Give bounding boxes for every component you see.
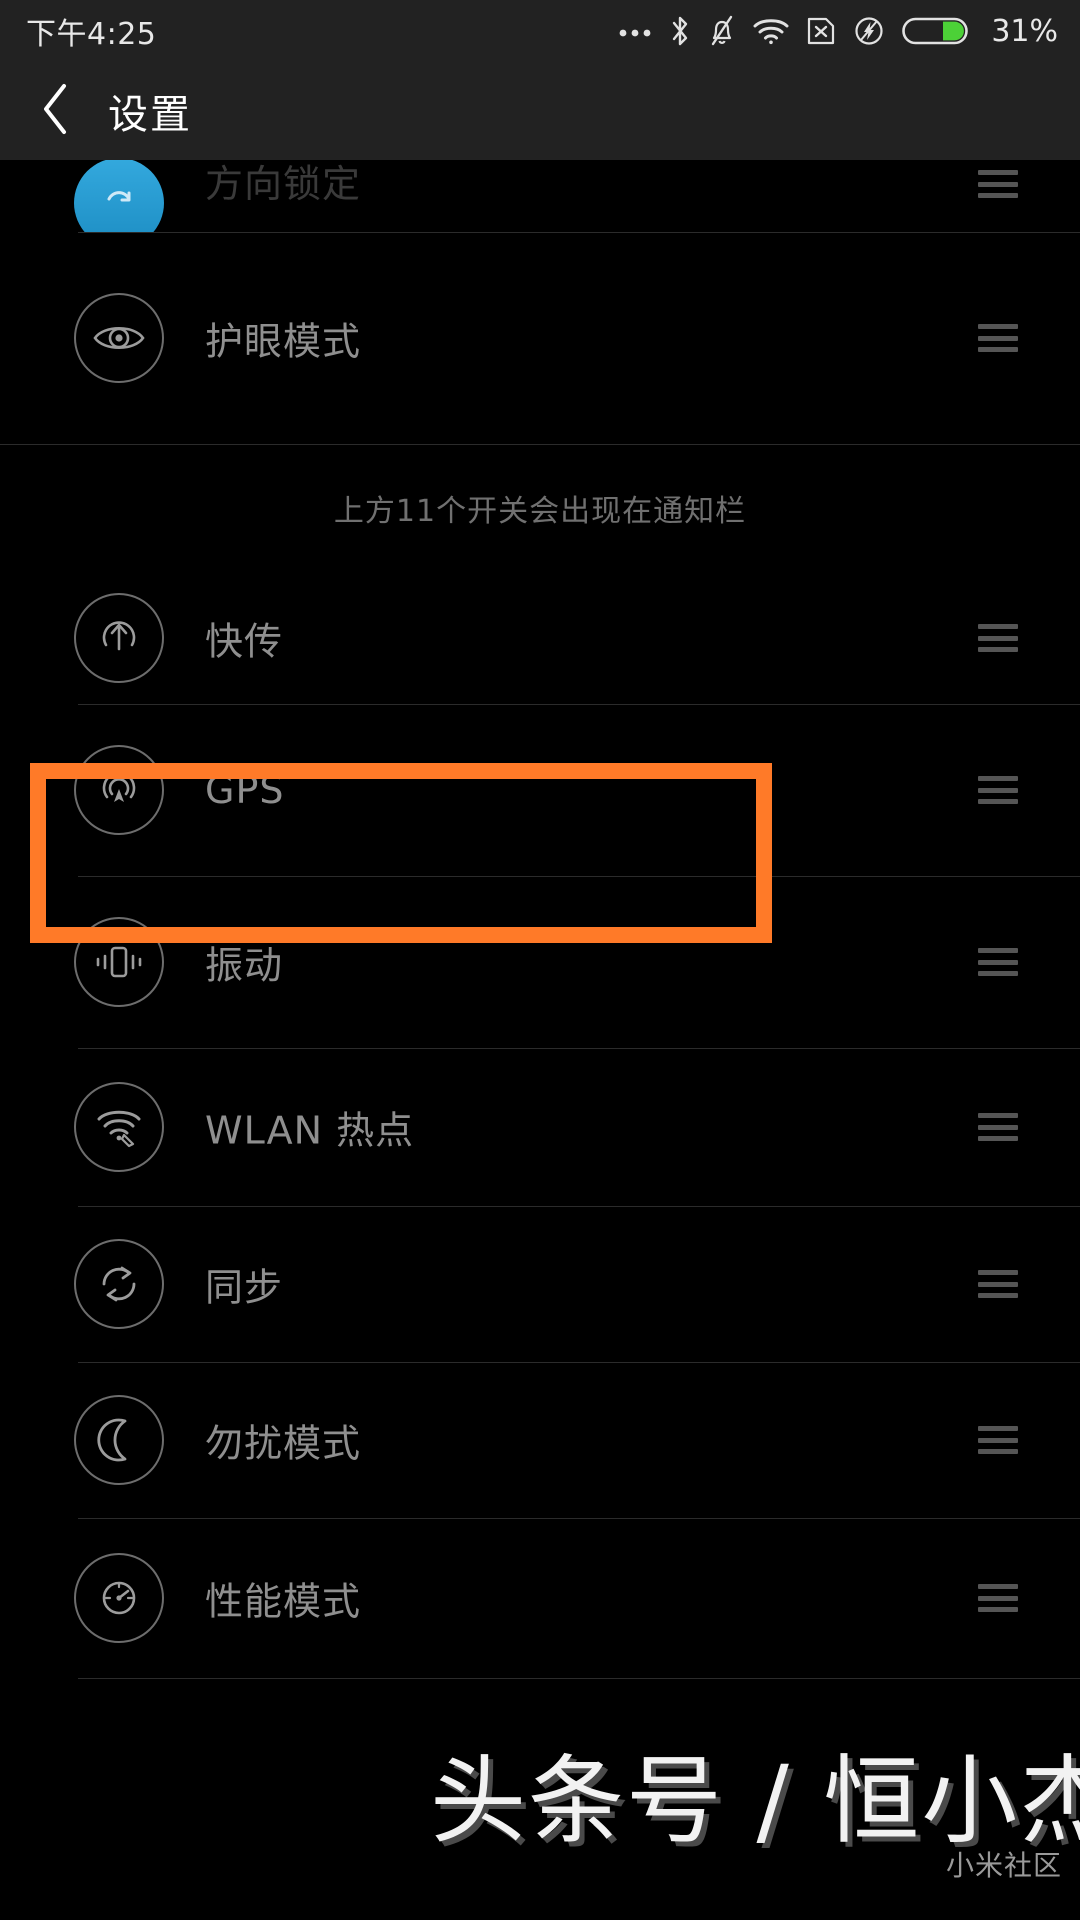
- app-bar: 设置: [0, 62, 1080, 160]
- drag-handle-icon[interactable]: [978, 170, 1018, 198]
- list-item-label: 护眼模式: [205, 319, 362, 364]
- hint-top-divider: [0, 444, 1080, 445]
- list-item-label: WLAN 热点: [205, 1108, 415, 1153]
- drag-handle-icon[interactable]: [978, 1426, 1018, 1454]
- battery-percent: 31%: [991, 13, 1058, 49]
- sim-card-off-icon: [806, 15, 836, 47]
- eye-icon: [74, 293, 164, 383]
- list-item-label: 快传: [205, 619, 284, 664]
- icon-container: [74, 1082, 164, 1172]
- hint-block: 上方11个开关会出现在通知栏: [0, 444, 1080, 572]
- bluetooth-icon: [669, 14, 691, 48]
- rotation-lock-icon: [74, 160, 164, 232]
- list-item-label: 性能模式: [205, 1579, 362, 1624]
- list-item-label: 振动: [205, 943, 284, 988]
- drag-handle-icon[interactable]: [978, 1584, 1018, 1612]
- settings-list[interactable]: 方向锁定 护眼模式 上方11个开关会出现在通知栏 快传 GPS 振动 WLAN …: [0, 160, 1080, 1920]
- row-divider: [78, 704, 1080, 705]
- charging-bolt-icon: [853, 15, 885, 47]
- upload-arrow-icon: [74, 593, 164, 683]
- list-item-label: 勿扰模式: [205, 1421, 362, 1466]
- bell-muted-icon: [708, 14, 736, 48]
- icon-container: [74, 1239, 164, 1329]
- list-item-vibration[interactable]: 振动: [0, 876, 1080, 1048]
- list-item-wlan-hotspot[interactable]: WLAN 热点: [0, 1048, 1080, 1206]
- list-item-label: 方向锁定: [205, 162, 362, 206]
- row-divider: [78, 1206, 1080, 1207]
- list-item-quick-share[interactable]: 快传: [0, 572, 1080, 704]
- list-item-do-not-disturb[interactable]: 勿扰模式: [0, 1362, 1080, 1518]
- phone-screen: 下午4:25 31% 设置 方向锁定 护眼模式 上方11个开关会出现在通知栏 快…: [0, 0, 1080, 1920]
- icon-container: [74, 917, 164, 1007]
- status-time: 下午4:25: [26, 17, 157, 52]
- list-bottom-divider: [78, 1678, 1080, 1679]
- list-item-gps[interactable]: GPS: [0, 704, 1080, 876]
- status-bar: 下午4:25 31%: [0, 0, 1080, 62]
- drag-handle-icon[interactable]: [978, 1270, 1018, 1298]
- battery-icon: [902, 15, 969, 47]
- icon-container: [74, 293, 164, 383]
- sync-refresh-icon: [74, 1239, 164, 1329]
- icon-container: [74, 1395, 164, 1485]
- icon-container: [74, 160, 164, 232]
- watermark-main: 头条号 / 恒小杰: [430, 1745, 1080, 1857]
- list-item-performance-mode[interactable]: 性能模式: [0, 1518, 1080, 1678]
- drag-handle-icon[interactable]: [978, 1113, 1018, 1141]
- list-item-sync[interactable]: 同步: [0, 1206, 1080, 1362]
- back-button[interactable]: [16, 62, 94, 160]
- list-item-rotation-lock[interactable]: 方向锁定: [0, 160, 1080, 232]
- row-divider: [78, 232, 1080, 233]
- gps-location-icon: [74, 745, 164, 835]
- row-divider: [78, 876, 1080, 877]
- list-item-eye-protection[interactable]: 护眼模式: [0, 232, 1080, 444]
- icon-container: [74, 593, 164, 683]
- row-divider: [78, 1362, 1080, 1363]
- drag-handle-icon[interactable]: [978, 624, 1018, 652]
- icon-container: [74, 745, 164, 835]
- hint-text: 上方11个开关会出现在通知栏: [333, 494, 747, 529]
- row-divider: [78, 1048, 1080, 1049]
- status-icons: 31%: [618, 14, 1058, 49]
- list-item-label: 同步: [205, 1265, 284, 1310]
- drag-handle-icon[interactable]: [978, 324, 1018, 352]
- wifi-icon: [753, 17, 789, 45]
- speedometer-icon: [74, 1553, 164, 1643]
- wifi-hotspot-icon: [74, 1082, 164, 1172]
- drag-handle-icon[interactable]: [978, 948, 1018, 976]
- list-item-label: GPS: [205, 768, 285, 812]
- page-title: 设置: [108, 92, 192, 138]
- vibration-icon: [74, 917, 164, 1007]
- row-divider: [78, 1518, 1080, 1519]
- icon-container: [74, 1553, 164, 1643]
- more-dots-icon: [618, 25, 652, 37]
- drag-handle-icon[interactable]: [978, 776, 1018, 804]
- moon-icon: [74, 1395, 164, 1485]
- chevron-left-icon: [39, 82, 71, 140]
- watermark-sub: 小米社区: [945, 1849, 1062, 1882]
